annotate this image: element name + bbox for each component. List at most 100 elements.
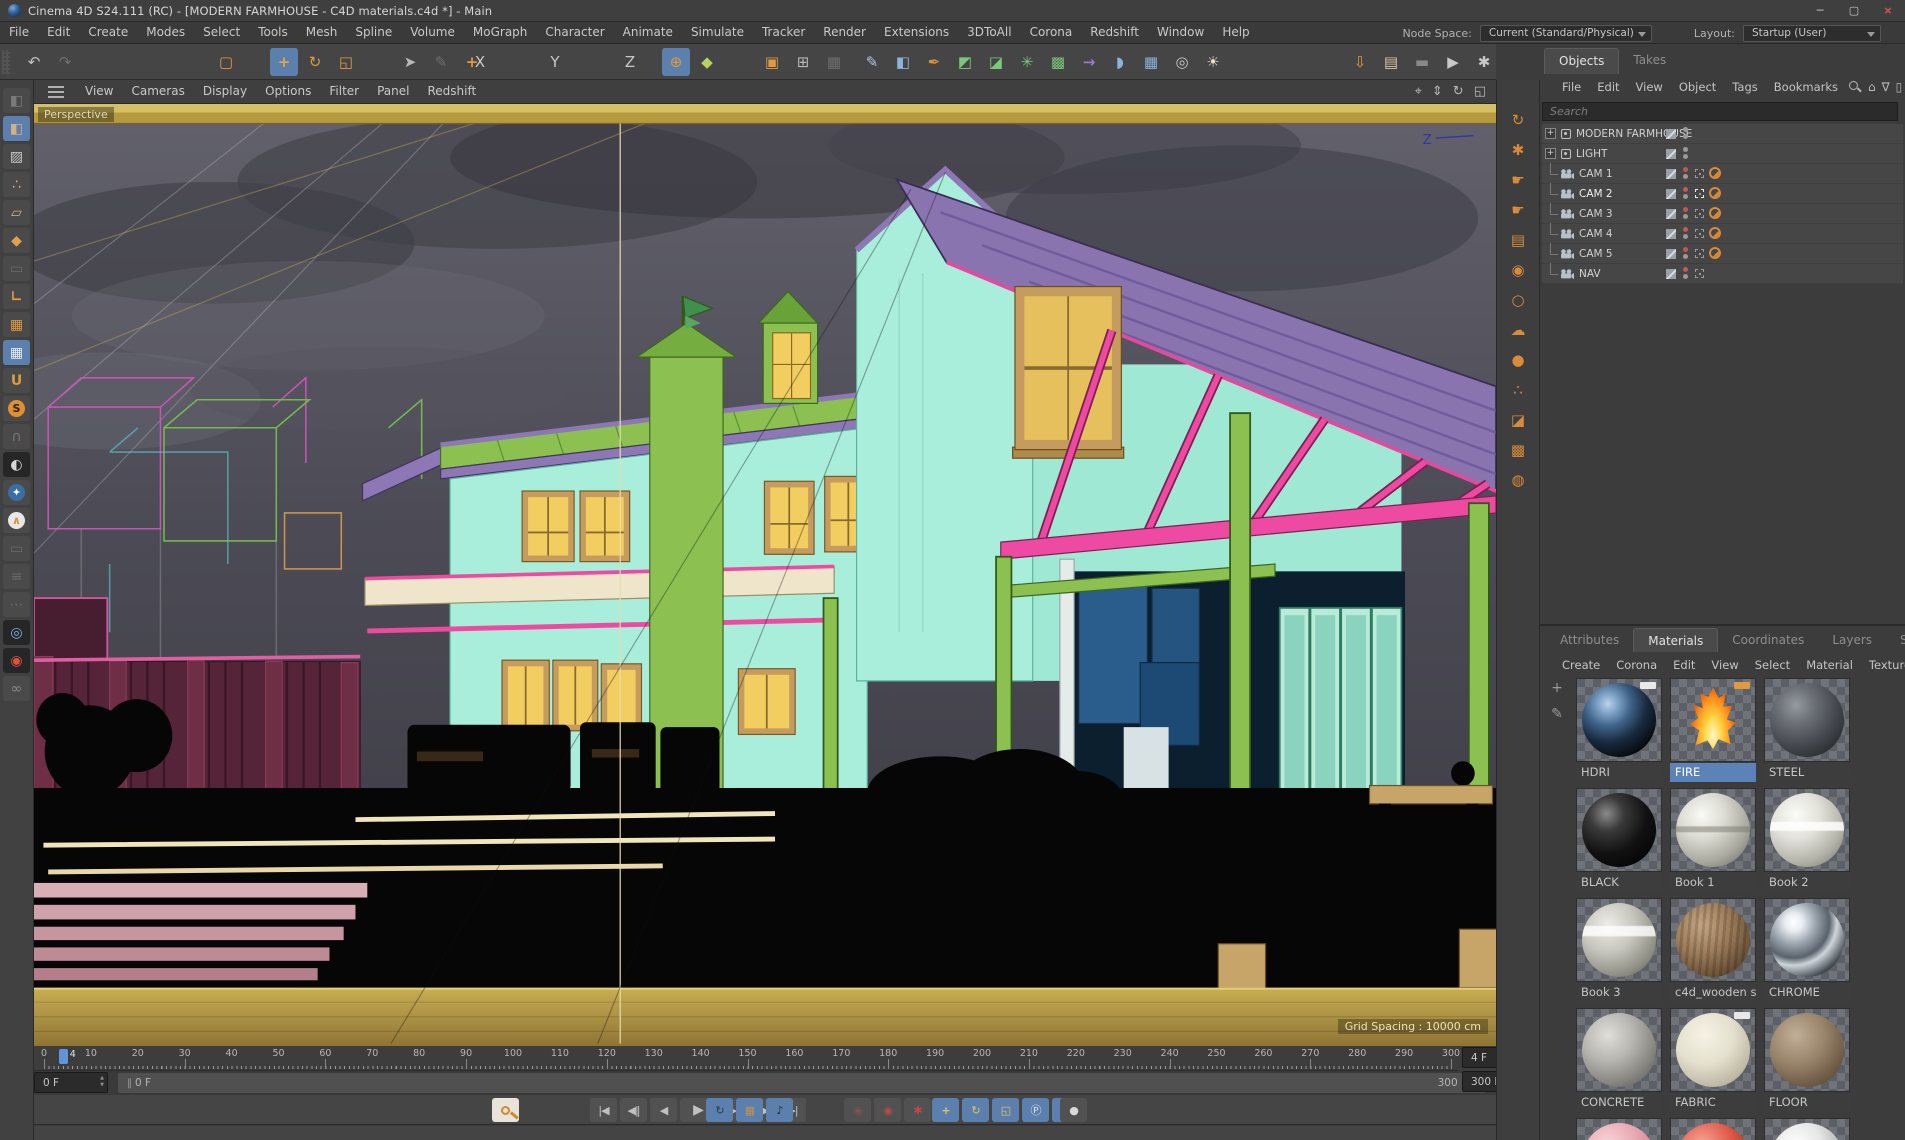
layer-toggle-icon[interactable] — [1666, 169, 1676, 179]
corona-misc-icon[interactable]: ◍ — [1504, 468, 1532, 492]
menu-animate[interactable]: Animate — [614, 22, 682, 43]
keyframe-icon[interactable] — [1695, 229, 1704, 238]
object-row-cam-3[interactable]: CAM 3 — [1542, 203, 1903, 224]
visibility-dots[interactable] — [1683, 227, 1688, 239]
materials-menu-corona[interactable]: Corona — [1608, 658, 1665, 672]
render-view-icon[interactable]: ▣ — [758, 48, 786, 76]
material-chrome[interactable]: CHROME — [1764, 898, 1854, 1008]
corona-render-icon[interactable]: ↻ — [1504, 108, 1532, 132]
corona-sphere-icon[interactable]: ● — [1504, 348, 1532, 372]
brush-icon[interactable]: ✎ — [427, 48, 455, 76]
material-steel[interactable]: STEEL — [1764, 678, 1854, 788]
render-disable-tag-icon[interactable] — [1709, 187, 1721, 199]
edges-mode-icon[interactable]: ▱ — [3, 200, 30, 225]
points-mode-icon[interactable]: ∴ — [3, 172, 30, 197]
expand-icon[interactable]: + — [1545, 128, 1556, 139]
menu-window[interactable]: Window — [1148, 22, 1213, 43]
add-material-icon[interactable]: + — [1542, 680, 1572, 696]
render-disable-tag-icon[interactable] — [1709, 247, 1721, 259]
plugin-wrench-icon[interactable]: ✦ — [3, 480, 30, 505]
menu-spline[interactable]: Spline — [346, 22, 401, 43]
texture-mode-icon[interactable]: ▨ — [3, 144, 30, 169]
corona-scatter-icon[interactable]: ∴ — [1504, 378, 1532, 402]
corona-material-library-icon[interactable]: ▤ — [1504, 228, 1532, 252]
filter-icon[interactable]: ∇ — [1882, 80, 1890, 94]
layer-toggle-icon[interactable] — [1666, 129, 1676, 139]
menu-render[interactable]: Render — [814, 22, 875, 43]
console-icon[interactable]: ▬ — [1408, 48, 1436, 76]
plugin-arrow-icon[interactable]: ∧ — [3, 508, 30, 533]
menu-tracker[interactable]: Tracker — [753, 22, 814, 43]
timeline-ruler[interactable]: 0 10 20 30 40 50 60 70 80 90 100 110 120 130 140 150 160… — [34, 1046, 1460, 1071]
layer-toggle-icon[interactable] — [1666, 189, 1676, 199]
spline-pen-icon[interactable]: ✎ — [858, 48, 886, 76]
objects-menu-edit[interactable]: Edit — [1589, 80, 1627, 94]
model-mode-icon[interactable]: ◧ — [3, 116, 30, 141]
viewport-toggle-icon[interactable]: ◱ — [1474, 84, 1486, 99]
viewport-menu-display[interactable]: Display — [194, 81, 256, 102]
keyframe-icon[interactable] — [1695, 269, 1704, 278]
redo-icon[interactable]: ↷ — [51, 48, 79, 76]
subdivision-surface-icon[interactable]: ◩ — [951, 48, 979, 76]
visibility-dots[interactable] — [1683, 187, 1688, 199]
visibility-dots[interactable] — [1683, 267, 1688, 279]
material-book-2[interactable]: Book 2 — [1764, 788, 1854, 898]
visibility-dots[interactable] — [1683, 147, 1688, 159]
layout-dropdown[interactable]: Startup (User) — [1743, 24, 1881, 42]
tab-structure[interactable]: Structure — [1886, 628, 1905, 652]
material-c4d-wooden-slat[interactable]: c4d_wooden slat — [1670, 898, 1760, 1008]
corona-interactive-icon[interactable]: ☛ — [1504, 168, 1532, 192]
menu-mesh[interactable]: Mesh — [297, 22, 347, 43]
visibility-dots[interactable] — [1683, 167, 1688, 179]
viewport-menu-view[interactable]: View — [76, 81, 122, 102]
corona-proxy-icon[interactable]: ◪ — [1504, 408, 1532, 432]
object-row-cam-5[interactable]: CAM 5 — [1542, 243, 1903, 264]
magnet-snap-icon[interactable]: U — [3, 368, 30, 393]
layer-toggle-icon[interactable] — [1666, 149, 1676, 159]
menu-help[interactable]: Help — [1213, 22, 1258, 43]
menu-redshift[interactable]: Redshift — [1081, 22, 1148, 43]
menu-corona[interactable]: Corona — [1021, 22, 1082, 43]
light-object-icon[interactable]: ☀ — [1199, 48, 1227, 76]
menu-3dtoall[interactable]: 3DToAll — [958, 22, 1020, 43]
corona-light-icon[interactable]: ○ — [1504, 288, 1532, 312]
plugin-swirl-icon[interactable]: ◐ — [3, 452, 30, 477]
material-fabric[interactable]: FABRIC — [1670, 1008, 1760, 1118]
objects-menu-tags[interactable]: Tags — [1724, 80, 1765, 94]
record-rotation-icon[interactable]: ↻ — [962, 1098, 989, 1122]
material-fire[interactable]: FIRE — [1670, 678, 1760, 788]
materials-menu-create[interactable]: Create — [1554, 658, 1608, 672]
corona-settings-icon[interactable]: ✱ — [1504, 138, 1532, 162]
range-start-handle-icon[interactable]: ‖ — [127, 1078, 132, 1089]
command-settings-icon[interactable]: ✱ — [1470, 48, 1498, 76]
material-floor[interactable]: FLOOR — [1764, 1008, 1854, 1118]
material-item[interactable] — [1576, 1118, 1666, 1140]
workplane-lock-icon[interactable]: ▦ — [3, 340, 30, 365]
materials-menu-view[interactable]: View — [1703, 658, 1746, 672]
viewport-menu-filter[interactable]: Filter — [320, 81, 368, 102]
menu-extensions[interactable]: Extensions — [875, 22, 958, 43]
expand-icon[interactable]: + — [1545, 148, 1556, 159]
live-selection-icon[interactable]: ▢ — [212, 48, 240, 76]
asset-download-icon[interactable]: ⇩ — [1346, 48, 1374, 76]
key-interpolation-icon[interactable]: ● — [1060, 1098, 1087, 1122]
search-input[interactable] — [1542, 102, 1898, 121]
viewport-menu-icon[interactable] — [48, 85, 64, 98]
mograph-icon[interactable]: ✳ — [1013, 48, 1041, 76]
keyframe-icon[interactable] — [1695, 209, 1704, 218]
tab-coordinates[interactable]: Coordinates — [1718, 628, 1818, 652]
object-row-cam-2[interactable]: CAM 2 — [1542, 183, 1903, 204]
polygons-mode-icon[interactable]: ◆ — [3, 228, 30, 253]
maximize-button[interactable]: ▢ — [1837, 0, 1871, 21]
playhead[interactable] — [58, 1049, 68, 1064]
object-row-cam-4[interactable]: CAM 4 — [1542, 223, 1903, 244]
menu-mograph[interactable]: MoGraph — [464, 22, 537, 43]
snap-grid-icon[interactable]: ▦ — [3, 312, 30, 337]
loop-mode-icon[interactable]: ↻ — [706, 1098, 733, 1122]
rotate-icon[interactable]: ↻ — [301, 48, 329, 76]
objects-menu-file[interactable]: File — [1554, 80, 1589, 94]
volume-icon[interactable]: ▩ — [1044, 48, 1072, 76]
frame-rate-icon[interactable]: ▦ — [736, 1098, 763, 1122]
objects-menu-bookmarks[interactable]: Bookmarks — [1766, 80, 1846, 94]
material-book-1[interactable]: Book 1 — [1670, 788, 1760, 898]
